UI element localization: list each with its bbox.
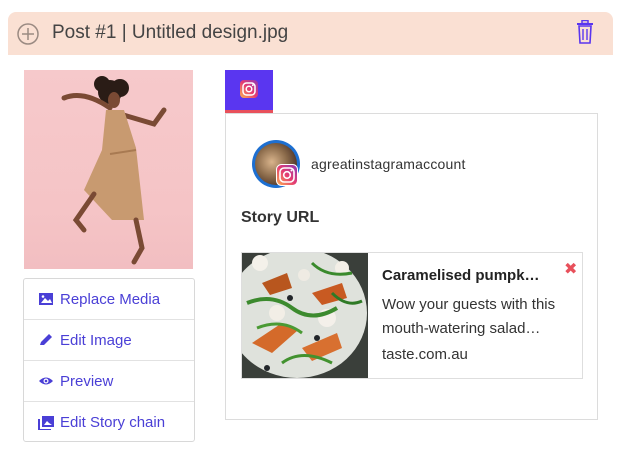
tab-instagram[interactable]: [225, 70, 273, 113]
link-title: Caramelised pumpk…: [382, 267, 540, 284]
replace-media-button[interactable]: Replace Media: [24, 279, 194, 320]
story-url-label: Story URL: [241, 209, 320, 226]
edit-image-label: Edit Image: [60, 331, 132, 349]
instagram-icon: [240, 80, 258, 98]
add-circle-icon[interactable]: [16, 22, 40, 46]
instagram-badge-icon: [276, 164, 298, 186]
media-actions: Replace Media Edit Image Preview Edit St…: [23, 278, 195, 442]
link-domain: taste.com.au: [382, 346, 468, 363]
eye-icon: [39, 377, 53, 385]
edit-image-button[interactable]: Edit Image: [24, 320, 194, 361]
account-username: agreatinstagramaccount: [311, 156, 466, 172]
replace-media-label: Replace Media: [60, 290, 161, 308]
preview-button[interactable]: Preview: [24, 361, 194, 402]
post-title: Post #1 | Untitled design.jpg: [52, 22, 289, 43]
pencil-icon: [40, 334, 52, 345]
edit-story-chain-button[interactable]: Edit Story chain: [24, 402, 194, 443]
image-icon: [39, 293, 53, 305]
link-preview-image: [242, 253, 368, 378]
close-icon[interactable]: ✖: [564, 262, 577, 278]
story-panel: agreatinstagramaccount Story URL Caramel…: [225, 113, 598, 420]
preview-label: Preview: [60, 372, 114, 390]
media-thumbnail: [24, 70, 193, 269]
edit-story-chain-label: Edit Story chain: [60, 414, 166, 431]
post-header: Post #1 | Untitled design.jpg: [8, 12, 613, 55]
link-description: Wow your guests with this mouth-watering…: [382, 296, 556, 337]
trash-icon[interactable]: [575, 20, 595, 44]
gallery-icon: [38, 415, 54, 430]
link-preview-card[interactable]: Caramelised pumpk… Wow your guests with …: [241, 252, 583, 379]
